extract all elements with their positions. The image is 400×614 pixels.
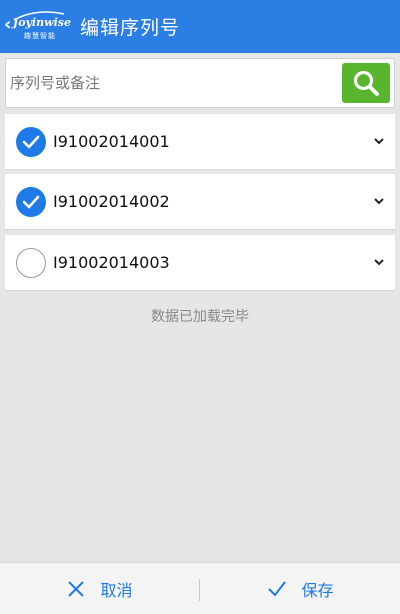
search-bar [5, 58, 395, 108]
checkmark-icon [268, 581, 287, 597]
app-header: ‹ Joyinwise 趣慧智能 编辑序列号 [0, 0, 400, 53]
bottom-toolbar: 取消 保存 [0, 562, 400, 614]
chevron-left-icon: ‹ [4, 14, 12, 35]
search-button[interactable] [342, 63, 390, 103]
back-button[interactable]: ‹ Joyinwise 趣慧智能 [4, 8, 71, 42]
logo-subtitle: 趣慧智能 [24, 32, 56, 40]
save-label: 保存 [301, 581, 334, 600]
page-title: 编辑序列号 [80, 17, 181, 39]
checkbox-checked[interactable] [16, 187, 46, 217]
load-complete-text: 数据已加载完毕 [151, 309, 249, 325]
search-input[interactable] [10, 62, 340, 104]
logo-text: Joyinwise [13, 16, 71, 29]
serial-number: I91002014002 [53, 192, 170, 211]
cancel-button[interactable]: 取消 [0, 563, 199, 614]
checkbox-unchecked[interactable] [16, 248, 46, 278]
close-icon [68, 581, 85, 597]
list-item[interactable]: I91002014002 [5, 174, 395, 230]
search-icon [353, 70, 379, 96]
chevron-down-icon[interactable] [373, 196, 385, 206]
chevron-down-icon[interactable] [373, 257, 385, 267]
checkbox-checked[interactable] [16, 127, 46, 157]
checkmark-icon [22, 195, 40, 209]
checkmark-icon [22, 135, 40, 149]
chevron-down-icon[interactable] [373, 136, 385, 146]
list-item[interactable]: I91002014003 [5, 235, 395, 291]
serial-number: I91002014003 [53, 253, 170, 272]
divider [199, 579, 200, 601]
list-item[interactable]: I91002014001 [5, 114, 395, 170]
serial-number: I91002014001 [53, 132, 170, 151]
save-button[interactable]: 保存 [201, 563, 400, 614]
cancel-label: 取消 [100, 581, 133, 600]
